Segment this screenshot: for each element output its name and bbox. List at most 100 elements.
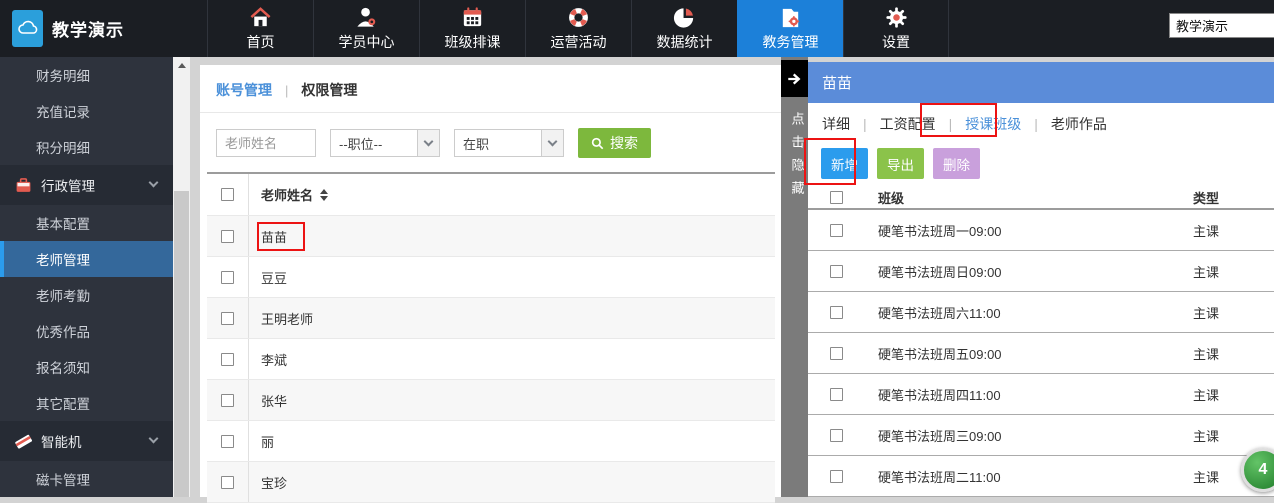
status-select[interactable]: 在职 <box>454 129 564 157</box>
position-select[interactable]: --职位-- <box>330 129 440 157</box>
sidebar-item-recharge-records[interactable]: 充值记录 <box>0 93 173 129</box>
row-checkbox[interactable] <box>221 476 234 489</box>
row-checkbox[interactable] <box>830 470 843 483</box>
class-column-header: 班级 <box>864 188 1188 207</box>
tab-permission-management[interactable]: 权限管理 <box>301 80 357 100</box>
row-checkbox[interactable] <box>830 388 843 401</box>
teacher-name-column-header[interactable]: 老师姓名 <box>261 185 313 204</box>
nav-item-statistics[interactable]: 数据统计 <box>631 0 737 57</box>
row-checkbox[interactable] <box>221 394 234 407</box>
sidebar-item-other-config[interactable]: 其它配置 <box>0 385 173 421</box>
sidebar-item-label: 报名须知 <box>36 357 90 377</box>
row-checkbox[interactable] <box>221 230 234 243</box>
position-select-value: --职位-- <box>331 134 382 153</box>
scrollbar-up-arrow[interactable] <box>173 57 190 73</box>
teacher-name[interactable]: 苗苗 <box>261 227 287 246</box>
row-checkbox[interactable] <box>221 312 234 325</box>
teacher-name[interactable]: 宝珍 <box>261 473 287 492</box>
sidebar-item-basic-config[interactable]: 基本配置 <box>0 205 173 241</box>
add-button[interactable]: 新增 <box>821 148 868 179</box>
badge-count: 4 <box>1259 461 1268 479</box>
nav-item-label: 数据统计 <box>657 32 713 52</box>
app-title: 教学演示 <box>52 16 124 41</box>
teacher-detail-panel: 苗苗 详细 | 工资配置 | 授课班级 | 老师作品 新增 导出 删除 班级 类… <box>808 62 1274 497</box>
chevron-down-icon <box>149 178 159 188</box>
sidebar-item-finance-detail[interactable]: 财务明细 <box>0 57 173 93</box>
teacher-name[interactable]: 丽 <box>261 432 274 451</box>
row-checkbox[interactable] <box>830 265 843 278</box>
sidebar-item-label: 其它配置 <box>36 393 90 413</box>
nav-item-class-scheduling[interactable]: 班级排课 <box>419 0 525 57</box>
app-logo[interactable] <box>12 10 43 47</box>
class-row[interactable]: 硬笔书法班周一09:00 主课 <box>808 210 1274 251</box>
search-button-label: 搜索 <box>610 133 638 153</box>
sidebar-scrollbar[interactable] <box>173 57 190 497</box>
sidebar-item-enrollment-notice[interactable]: 报名须知 <box>0 349 173 385</box>
row-checkbox[interactable] <box>830 347 843 360</box>
row-checkbox[interactable] <box>221 271 234 284</box>
sidebar-item-points-detail[interactable]: 积分明细 <box>0 129 173 165</box>
tab-account-management[interactable]: 账号管理 <box>216 80 272 100</box>
chevron-down-icon <box>424 137 434 147</box>
select-chevron <box>541 130 563 156</box>
sidebar-group-admin-management[interactable]: 行政管理 <box>0 165 173 205</box>
sidebar-item-label: 充值记录 <box>36 101 90 121</box>
select-all-checkbox[interactable] <box>221 188 234 201</box>
tab-teacher-works[interactable]: 老师作品 <box>1051 114 1107 134</box>
sidebar-group-smart-machine[interactable]: 智能机 <box>0 421 173 461</box>
scrollbar-thumb[interactable] <box>174 191 189 497</box>
select-all-checkbox[interactable] <box>830 191 843 204</box>
tab-detail[interactable]: 详细 <box>822 114 850 134</box>
class-name: 硬笔书法班周二11:00 <box>864 467 1188 486</box>
nav-item-operations[interactable]: 运营活动 <box>525 0 631 57</box>
nav-item-student-center[interactable]: 学员中心 <box>313 0 419 57</box>
sidebar-item-teacher-attendance[interactable]: 老师考勤 <box>0 277 173 313</box>
teacher-row[interactable]: 张华 <box>207 380 775 421</box>
row-checkbox[interactable] <box>221 435 234 448</box>
status-select-value: 在职 <box>455 134 489 153</box>
teacher-row[interactable]: 丽 <box>207 421 775 462</box>
row-checkbox[interactable] <box>221 353 234 366</box>
nav-item-settings[interactable]: 设置 <box>843 0 949 57</box>
search-button[interactable]: 搜索 <box>578 128 651 158</box>
sidebar-item-excellent-works[interactable]: 优秀作品 <box>0 313 173 349</box>
row-checkbox[interactable] <box>830 306 843 319</box>
teacher-name[interactable]: 张华 <box>261 391 287 410</box>
nav-item-label: 设置 <box>882 32 910 52</box>
collapse-strip-label[interactable]: 点击隐藏 <box>788 112 802 204</box>
teacher-name[interactable]: 王明老师 <box>261 309 313 328</box>
delete-button[interactable]: 删除 <box>933 148 980 179</box>
tab-teaching-classes[interactable]: 授课班级 <box>965 114 1021 134</box>
class-name: 硬笔书法班周日09:00 <box>864 262 1188 281</box>
class-table: 班级 类型 硬笔书法班周一09:00 主课 硬笔书法班周日09:00 主课 硬笔… <box>808 187 1274 497</box>
teacher-row[interactable]: 王明老师 <box>207 298 775 339</box>
class-row[interactable]: 硬笔书法班周日09:00 主课 <box>808 251 1274 292</box>
sort-icon[interactable] <box>320 189 328 201</box>
row-checkbox[interactable] <box>830 224 843 237</box>
nav-item-home[interactable]: 首页 <box>207 0 313 57</box>
sidebar-group-label: 智能机 <box>41 431 82 451</box>
teacher-name[interactable]: 豆豆 <box>261 268 287 287</box>
class-type: 主课 <box>1188 385 1274 404</box>
export-button[interactable]: 导出 <box>877 148 924 179</box>
teacher-name-input[interactable] <box>216 129 316 157</box>
teacher-row[interactable]: 苗苗 <box>207 216 775 257</box>
class-row[interactable]: 硬笔书法班周五09:00 主课 <box>808 333 1274 374</box>
teacher-row[interactable]: 豆豆 <box>207 257 775 298</box>
class-row[interactable]: 硬笔书法班周三09:00 主课 <box>808 415 1274 456</box>
row-checkbox[interactable] <box>830 429 843 442</box>
nav-item-label: 首页 <box>247 32 275 52</box>
class-name: 硬笔书法班周一09:00 <box>864 221 1188 240</box>
sidebar-item-magnetic-card[interactable]: 磁卡管理 <box>0 461 173 497</box>
collapse-panel-button[interactable] <box>781 60 808 97</box>
class-row[interactable]: 硬笔书法班周四11:00 主课 <box>808 374 1274 415</box>
topbar-search-input[interactable] <box>1169 13 1274 38</box>
nav-item-academic-admin[interactable]: 教务管理 <box>737 0 843 57</box>
teacher-name[interactable]: 李斌 <box>261 350 287 369</box>
tab-salary-config[interactable]: 工资配置 <box>880 114 936 134</box>
class-row[interactable]: 硬笔书法班周六11:00 主课 <box>808 292 1274 333</box>
teacher-row[interactable]: 李斌 <box>207 339 775 380</box>
sidebar-item-teacher-management[interactable]: 老师管理 <box>0 241 173 277</box>
class-row[interactable]: 硬笔书法班周二11:00 主课 <box>808 456 1274 497</box>
tab-separator: | <box>1034 116 1038 132</box>
